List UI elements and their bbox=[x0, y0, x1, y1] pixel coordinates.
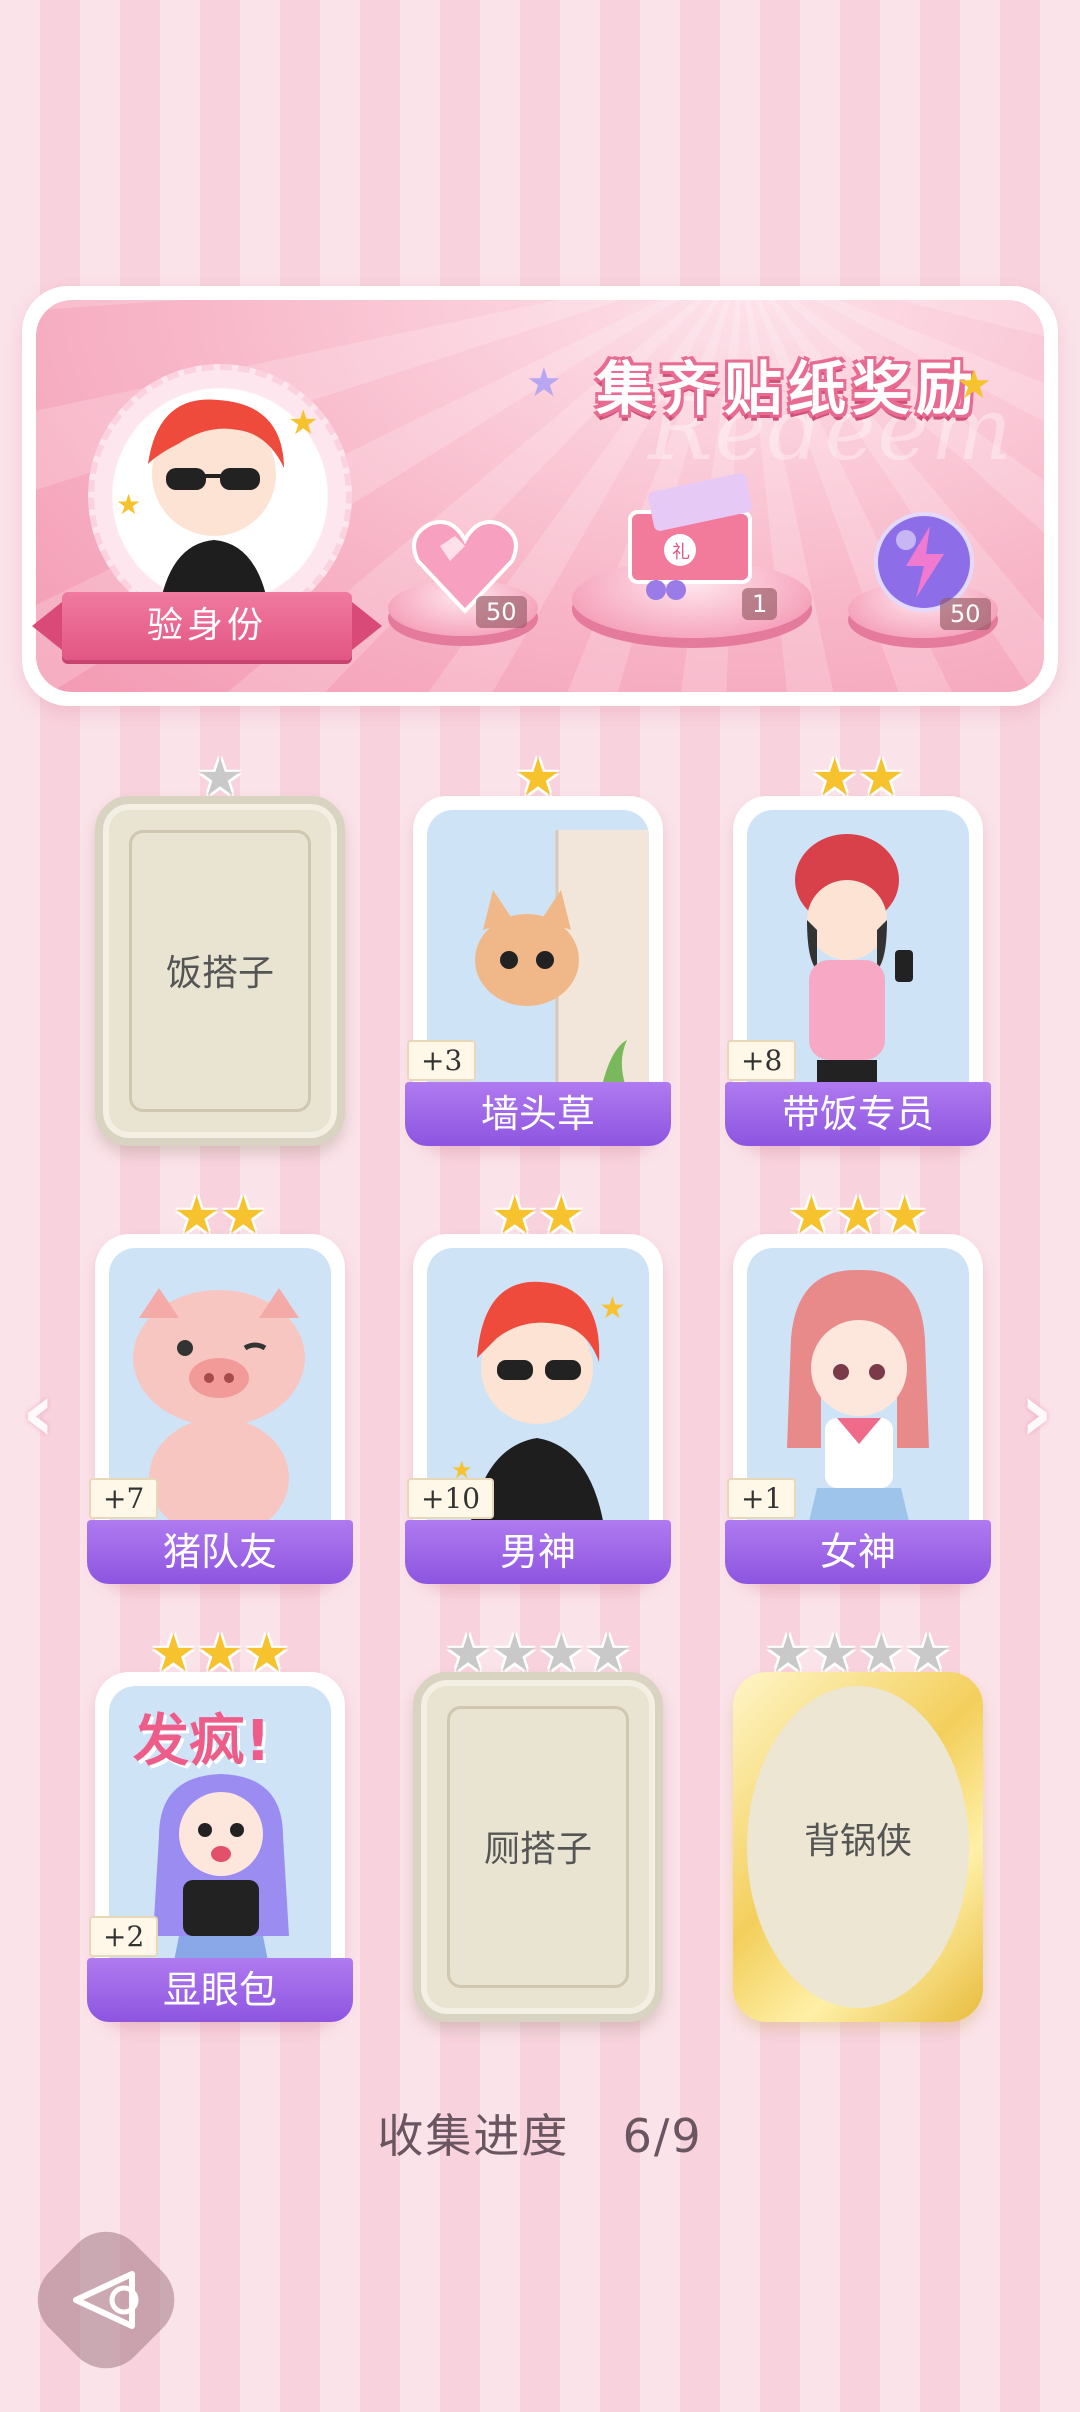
svg-text:礼: 礼 bbox=[672, 542, 690, 563]
progress-label: 收集进度 bbox=[377, 2109, 570, 2163]
svg-text:★: ★ bbox=[288, 403, 318, 443]
plus-count-badge: +10 bbox=[407, 1478, 495, 1519]
sticker-card[interactable]: 墙头草 +3 bbox=[405, 796, 671, 1146]
sticker-card-locked[interactable]: 厕搭子 bbox=[413, 1672, 663, 2022]
sticker-card[interactable]: ★ ★ 男神 +10 bbox=[405, 1234, 671, 1584]
next-page-arrow-icon[interactable]: › bbox=[1020, 1366, 1053, 1459]
sticker-card[interactable]: 带饭专员 +8 bbox=[725, 796, 991, 1146]
card-label: 女神 bbox=[725, 1520, 991, 1584]
card-label: 墙头草 bbox=[405, 1082, 671, 1146]
art-caption: 发疯! bbox=[133, 1709, 271, 1774]
verify-identity-button[interactable]: 验身份 bbox=[32, 592, 382, 660]
svg-text:★: ★ bbox=[116, 488, 141, 521]
plus-count-badge: +7 bbox=[89, 1478, 159, 1519]
plus-count-badge: +3 bbox=[407, 1040, 477, 1081]
card-label: 背锅侠 bbox=[803, 1821, 912, 1862]
plus-count-badge: +1 bbox=[727, 1478, 797, 1519]
plus-count-badge: +2 bbox=[89, 1916, 159, 1957]
card-label: 饭搭子 bbox=[165, 953, 274, 994]
sticker-card[interactable]: 女神 +1 bbox=[725, 1234, 991, 1584]
prev-page-arrow-icon[interactable]: ‹ bbox=[22, 1366, 55, 1459]
card-label: 猪队友 bbox=[87, 1520, 353, 1584]
boy-sunglasses-icon: ★ ★ bbox=[116, 399, 318, 616]
card-label: 男神 bbox=[405, 1520, 671, 1584]
card-label: 显眼包 bbox=[87, 1958, 353, 2022]
svg-text:★: ★ bbox=[599, 1291, 626, 1326]
sticker-card-locked[interactable]: 饭搭子 bbox=[95, 796, 345, 1146]
card-label: 带饭专员 bbox=[725, 1082, 991, 1146]
star-icon: ★ bbox=[956, 362, 992, 408]
back-arrow-icon bbox=[68, 2264, 148, 2340]
sticker-card[interactable]: 猪队友 +7 bbox=[87, 1234, 353, 1584]
star-icon: ★ bbox=[526, 360, 562, 406]
reward-count: 50 bbox=[476, 596, 527, 628]
reward-count: 1 bbox=[742, 588, 778, 620]
gift-box-icon[interactable]: 礼 bbox=[620, 472, 770, 606]
sticker-card-locked[interactable]: 背锅侠 bbox=[733, 1672, 983, 2022]
banner-title: 集齐贴纸奖励 bbox=[596, 355, 981, 423]
plus-count-badge: +8 bbox=[727, 1040, 797, 1081]
progress-value: 6/9 bbox=[622, 2109, 703, 2163]
reward-count: 50 bbox=[940, 598, 991, 630]
card-label: 厕搭子 bbox=[483, 1829, 592, 1870]
sticker-card[interactable]: 发疯! 显眼包 +2 bbox=[87, 1672, 353, 2022]
collection-progress: 收集进度 6/9 bbox=[0, 2100, 1080, 2166]
avatar[interactable]: ★ ★ bbox=[88, 364, 352, 628]
